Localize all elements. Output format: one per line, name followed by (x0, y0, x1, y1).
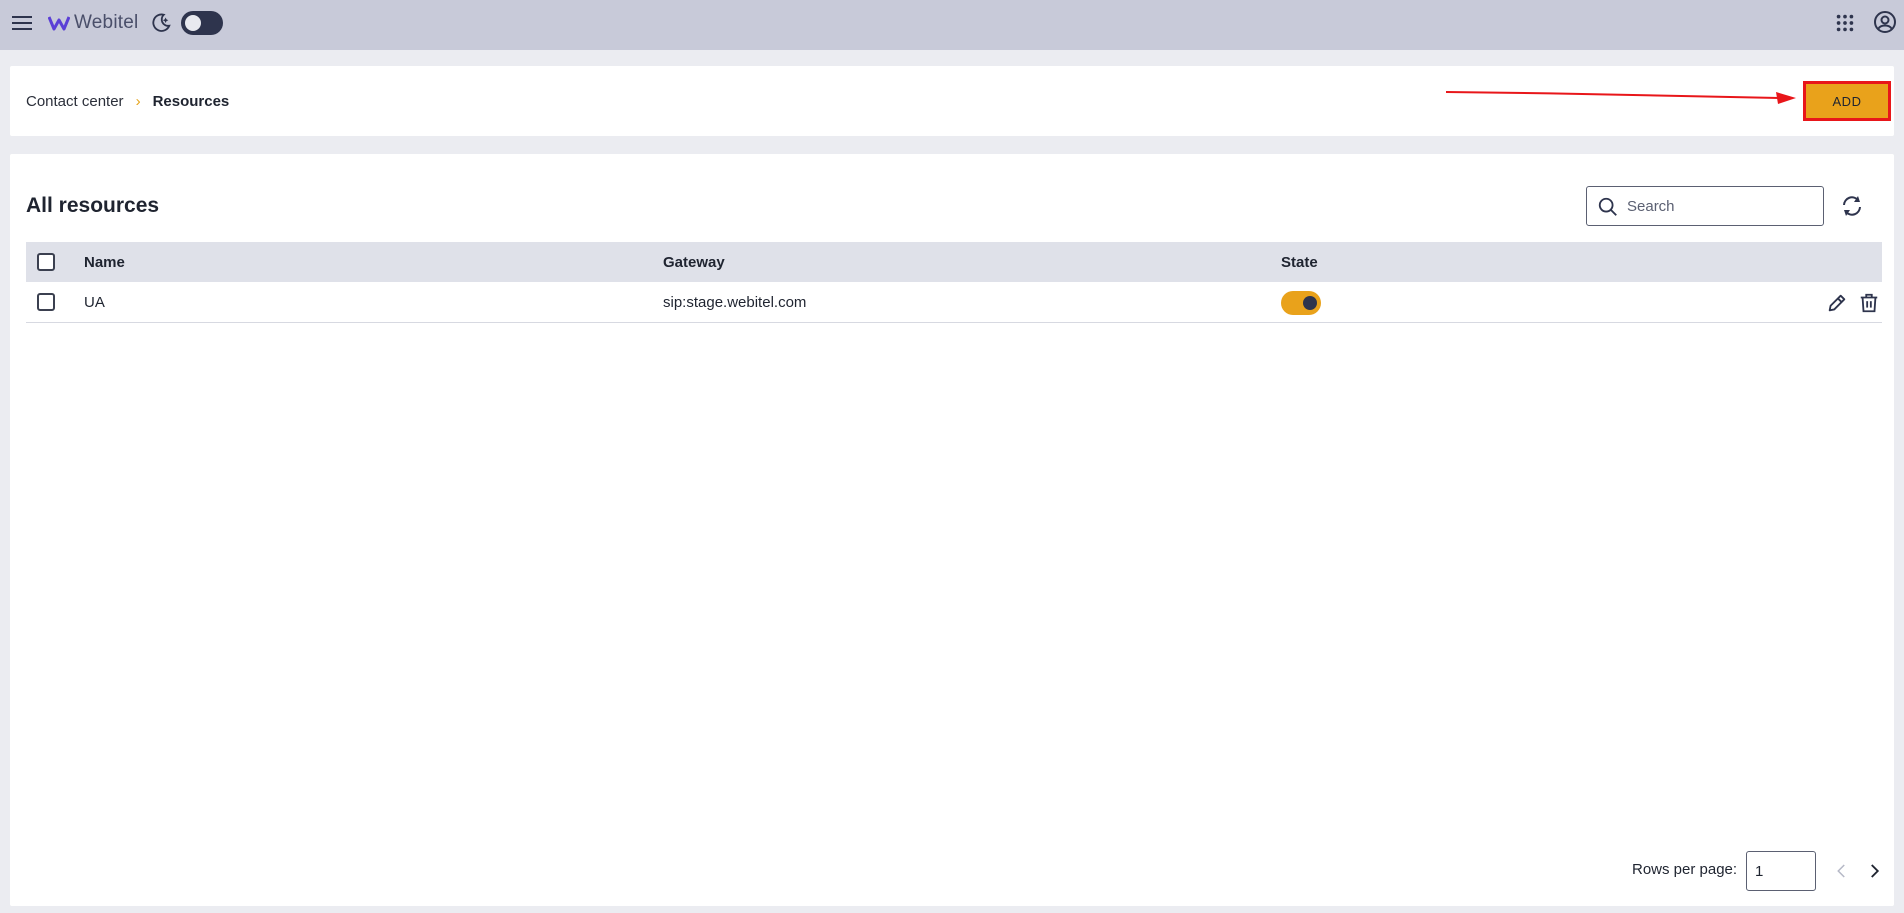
refresh-icon[interactable] (1840, 194, 1864, 218)
theme-toggle[interactable] (181, 11, 223, 35)
breadcrumb-contact-center[interactable]: Contact center (26, 93, 124, 110)
rows-per-page-input[interactable] (1746, 851, 1816, 891)
logo[interactable]: Webitel (48, 12, 138, 34)
webitel-logo-icon (48, 16, 70, 31)
section-title: All resources (26, 194, 160, 217)
search-box[interactable] (1586, 186, 1824, 226)
column-header-state[interactable]: State (1281, 254, 1318, 271)
cell-gateway: sip:stage.webitel.com (663, 293, 807, 311)
breadcrumb-separator: › (135, 93, 141, 110)
account-icon[interactable] (1873, 10, 1897, 34)
trash-icon[interactable] (1858, 292, 1880, 314)
chevron-right-icon[interactable] (1865, 862, 1883, 880)
resources-panel: All resources Name Gateway State UA sip:… (10, 154, 1894, 906)
page-header: Contact center › Resources ADD (10, 66, 1894, 136)
resources-table: Name Gateway State UA sip:stage.webitel.… (26, 242, 1882, 323)
add-button[interactable]: ADD (1803, 81, 1891, 121)
logo-text: Webitel (74, 12, 139, 33)
table-row: UA sip:stage.webitel.com (26, 282, 1882, 323)
rows-per-page-label: Rows per page: (1632, 861, 1738, 878)
column-header-name[interactable]: Name (84, 254, 125, 271)
chevron-left-icon[interactable] (1833, 862, 1851, 880)
state-toggle[interactable] (1281, 291, 1321, 315)
moon-icon (152, 13, 171, 32)
column-header-gateway[interactable]: Gateway (663, 254, 725, 271)
top-bar: Webitel (0, 0, 1904, 50)
search-icon (1598, 197, 1617, 216)
row-checkbox[interactable] (37, 293, 55, 311)
state-toggle-knob (1303, 296, 1317, 310)
table-header: Name Gateway State (26, 242, 1882, 282)
cell-name[interactable]: UA (84, 294, 105, 311)
breadcrumb-resources: Resources (152, 93, 230, 110)
search-input[interactable] (1627, 194, 1817, 218)
toggle-knob (185, 15, 201, 31)
menu-icon[interactable] (10, 11, 34, 35)
edit-icon[interactable] (1826, 292, 1848, 314)
apps-grid-icon[interactable] (1834, 12, 1856, 34)
breadcrumb: Contact center › Resources (26, 93, 229, 110)
select-all-checkbox[interactable] (37, 253, 55, 271)
